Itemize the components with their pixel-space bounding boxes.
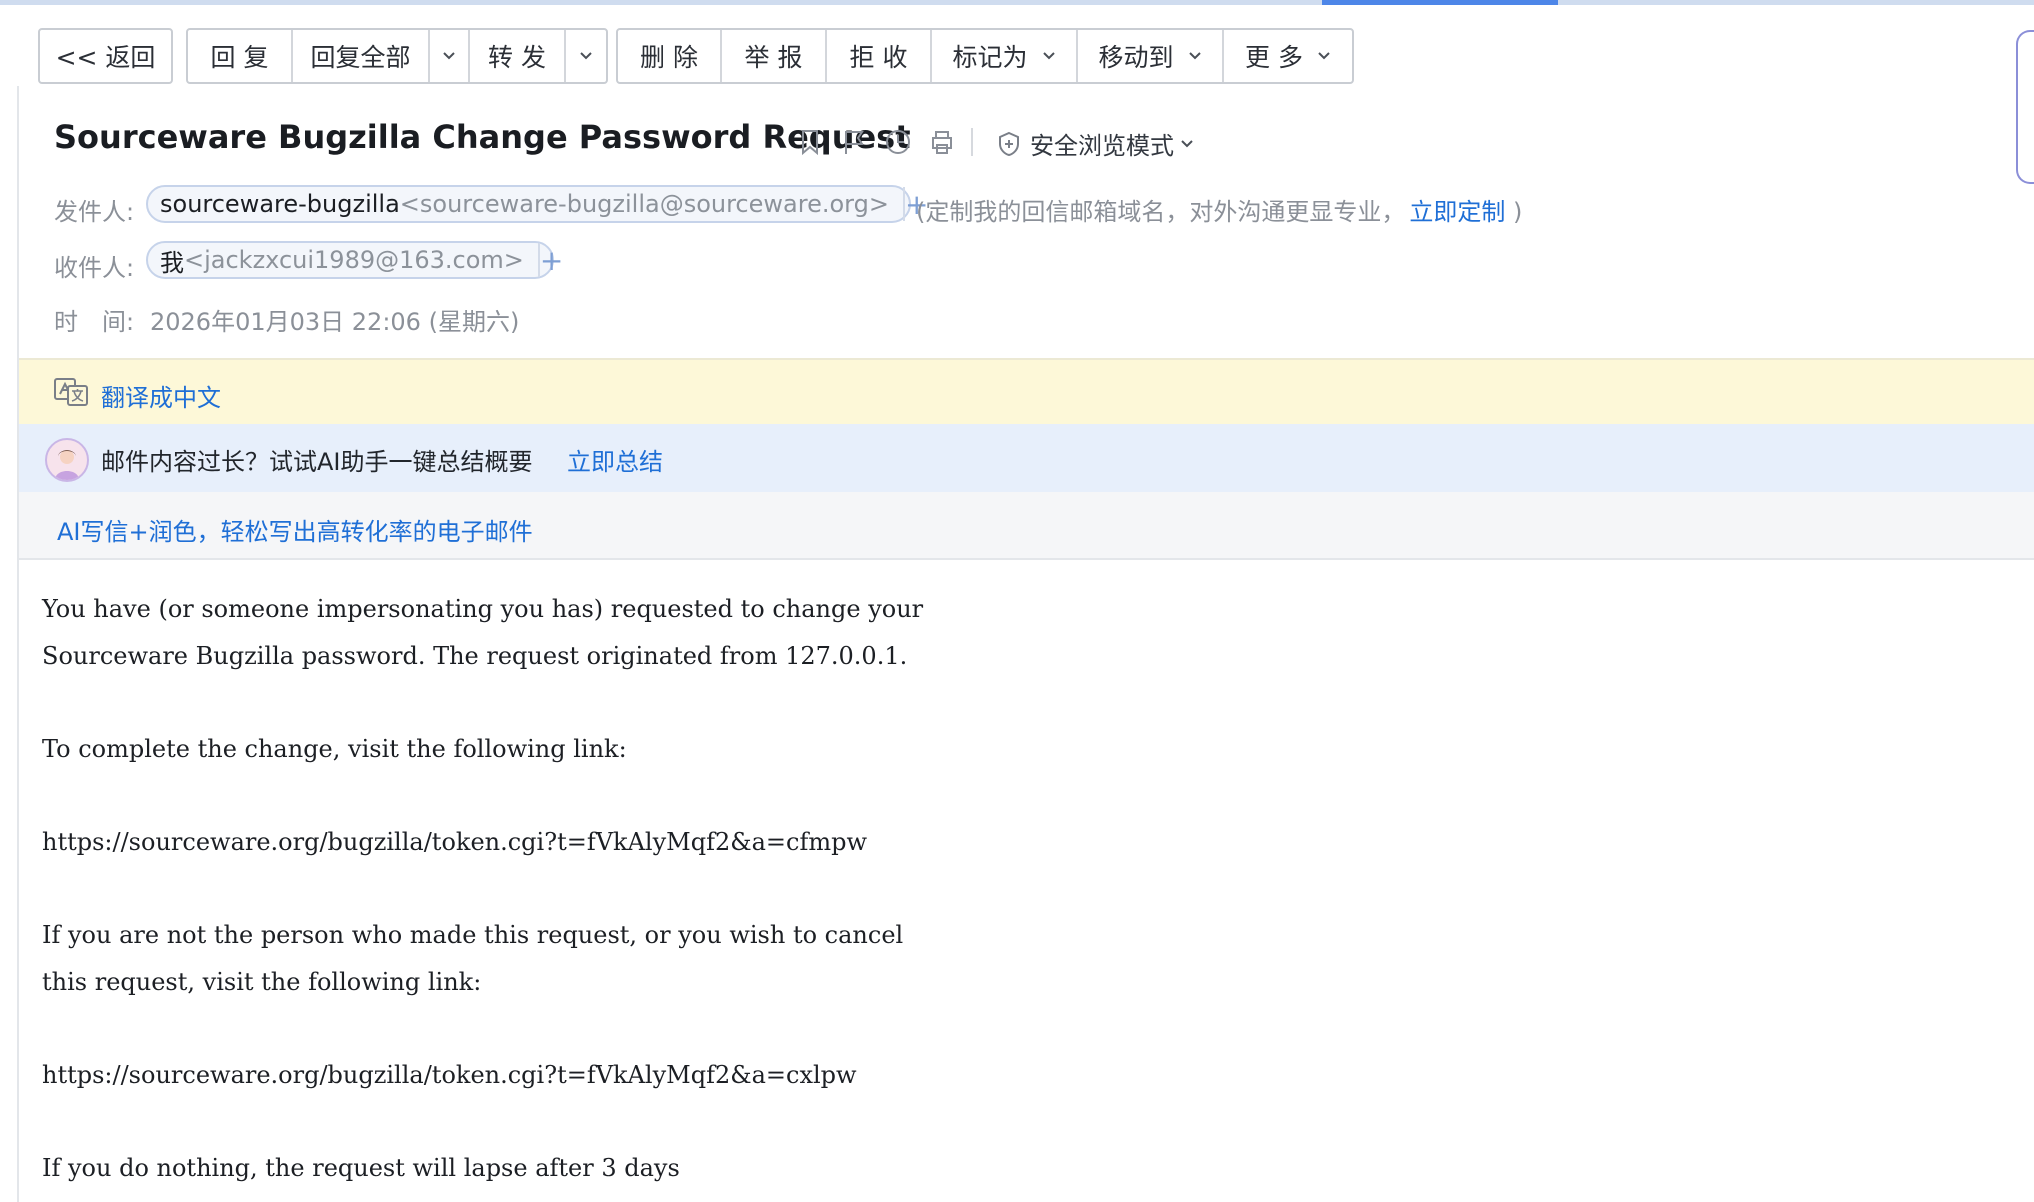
body-line: If you do nothing, the request will laps…: [42, 1154, 680, 1183]
ai-write-link[interactable]: AI写信+润色，轻松写出高转化率的电子邮件: [57, 512, 533, 547]
more-label: 更 多: [1245, 43, 1303, 72]
move-to-dropdown[interactable]: 移动到: [1078, 30, 1224, 82]
chevron-down-icon: [443, 52, 455, 60]
shield-icon: [996, 130, 1022, 158]
custom-domain-link[interactable]: 立即定制: [1409, 198, 1505, 226]
ai-write-bar: AI写信+润色，轻松写出高转化率的电子邮件: [19, 492, 2034, 560]
print-icon[interactable]: [926, 126, 958, 158]
reply-all-button[interactable]: 回复全部: [293, 30, 430, 82]
body-line: [42, 1005, 1942, 1052]
mark-as-dropdown[interactable]: 标记为: [932, 30, 1078, 82]
reply-button[interactable]: 回 复: [188, 30, 293, 82]
delete-button[interactable]: 删 除: [618, 30, 722, 82]
reply-group: 回 复 回复全部 转 发: [186, 28, 608, 84]
more-dropdown[interactable]: 更 多: [1224, 30, 1352, 82]
ai-summary-text: 邮件内容过长？试试AI助手一键总结概要: [101, 448, 533, 476]
body-line: To complete the change, visit the follow…: [42, 734, 627, 763]
bookmark-icon[interactable]: [794, 126, 826, 158]
mark-as-label: 标记为: [952, 43, 1028, 72]
custom-domain-promo: (定制我的回信邮箱域名，对外沟通更显专业， 立即定制 ): [916, 192, 1522, 227]
custom-domain-text: (定制我的回信邮箱域名，对外沟通更显专业，: [916, 198, 1406, 226]
recipient-name: 我: [160, 248, 184, 277]
to-label: 收件人:: [54, 254, 135, 282]
back-group: << 返回: [38, 28, 173, 84]
sender-address: <sourceware-bugzilla@sourceware.org>: [399, 190, 889, 218]
ai-summary-bar: 邮件内容过长？试试AI助手一键总结概要 立即总结: [19, 424, 2034, 492]
cancel-request-link[interactable]: https://sourceware.org/bugzilla/token.cg…: [42, 1052, 1942, 1099]
sender-chip[interactable]: sourceware-bugzilla <sourceware-bugzilla…: [146, 185, 928, 223]
body-line: Sourceware Bugzilla password. The reques…: [42, 641, 908, 670]
forward-button[interactable]: 转 发: [470, 30, 566, 82]
chevron-down-icon: [1042, 52, 1055, 60]
body-line: If you are not the person who made this …: [42, 921, 904, 950]
forward-dropdown[interactable]: [566, 30, 606, 82]
left-divider: [17, 86, 19, 1202]
body-line: [42, 1099, 1942, 1146]
subject-divider: [971, 128, 973, 156]
add-recipient-contact-button[interactable]: +: [537, 243, 563, 277]
side-panel-edge[interactable]: [2016, 30, 2034, 184]
back-button[interactable]: << 返回: [40, 30, 171, 82]
safe-mode-label: 安全浏览模式: [1030, 132, 1174, 160]
mail-view: << 返回 回 复 回复全部 转 发 删 除 举 报 拒 收 标记为 移动到 更…: [0, 0, 2034, 1202]
mail-subject: Sourceware Bugzilla Change Password Requ…: [54, 118, 911, 156]
actions-group: 删 除 举 报 拒 收 标记为 移动到 更 多: [616, 28, 1354, 84]
summarize-now-link[interactable]: 立即总结: [567, 442, 663, 477]
body-line: [42, 772, 1942, 819]
sent-time: 2026年01月03日 22:06 (星期六): [150, 308, 520, 336]
time-label: 时 间:: [54, 308, 135, 336]
assistant-avatar: [45, 438, 89, 482]
active-tab-indicator: [1322, 0, 1558, 5]
sender-name: sourceware-bugzilla: [160, 190, 400, 218]
move-to-label: 移动到: [1098, 43, 1174, 72]
report-button[interactable]: 举 报: [722, 30, 827, 82]
body-line: You have (or someone impersonating you h…: [42, 595, 924, 623]
subject-actions: [794, 126, 958, 158]
body-line: [42, 866, 1942, 913]
body-line: [42, 679, 1942, 726]
body-line: this request, visit the following link:: [42, 967, 482, 996]
reject-button[interactable]: 拒 收: [827, 30, 932, 82]
translate-bar: 翻译成中文: [19, 358, 2034, 424]
chevron-down-icon: [1318, 52, 1330, 60]
clock-icon[interactable]: [882, 126, 914, 158]
chevron-down-icon: [580, 52, 592, 60]
chevron-down-icon: [1181, 139, 1193, 147]
safe-mode-dropdown[interactable]: 安全浏览模式: [996, 126, 1194, 161]
recipient-address: <jackzxcui1989@163.com>: [184, 246, 524, 274]
translate-icon: [53, 376, 89, 412]
reply-all-dropdown[interactable]: [430, 30, 470, 82]
top-tab-strip: [0, 0, 2034, 5]
custom-domain-close-paren: ): [1513, 198, 1523, 226]
translate-link[interactable]: 翻译成中文: [101, 378, 221, 413]
flag-icon[interactable]: [838, 126, 870, 158]
change-password-link[interactable]: https://sourceware.org/bugzilla/token.cg…: [42, 819, 1942, 866]
recipient-chip[interactable]: 我 <jackzxcui1989@163.com> +: [146, 241, 563, 279]
from-label: 发件人:: [54, 198, 135, 226]
mail-body: You have (or someone impersonating you h…: [42, 586, 1942, 1192]
chevron-down-icon: [1188, 52, 1201, 60]
